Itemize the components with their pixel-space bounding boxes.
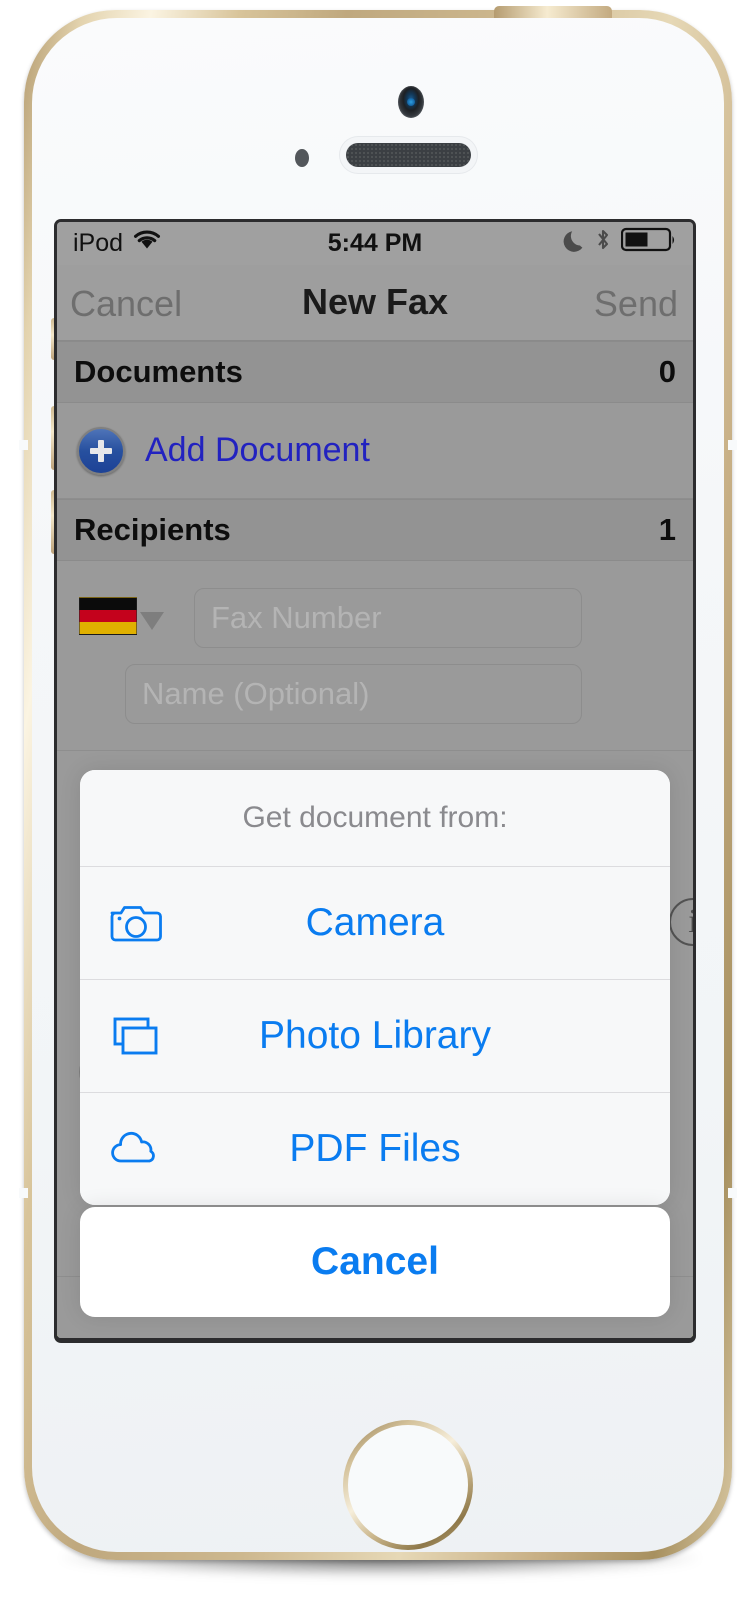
carrier-label: iPod [73, 229, 124, 257]
country-code-selector[interactable] [79, 597, 164, 635]
home-button-inner [348, 1425, 468, 1545]
proximity-sensor-icon [295, 149, 309, 167]
home-button[interactable] [343, 1420, 473, 1550]
recipient-row: Fax Number Name (Optional) [57, 561, 693, 751]
moon-icon [563, 228, 585, 259]
action-sheet-option-label: Photo Library [259, 1014, 491, 1057]
camera-icon [107, 894, 165, 952]
plus-circle-icon [77, 426, 125, 475]
antenna-band-right-bottom [728, 1188, 737, 1198]
earpiece-speaker [346, 143, 471, 167]
action-sheet-option-label: Camera [305, 901, 445, 944]
action-sheet-option-label: PDF Files [289, 1127, 461, 1170]
recipients-count: 1 [658, 512, 676, 547]
battery-icon [620, 227, 677, 260]
status-bar-left: iPod [73, 228, 162, 259]
add-document-row[interactable]: Add Document [57, 403, 693, 499]
status-bar: iPod 5:44 PM [57, 222, 693, 265]
phone-screen: iPod 5:44 PM Cancel New Fax Send Documen… [57, 222, 693, 1338]
fax-number-input[interactable]: Fax Number [194, 588, 582, 648]
action-sheet-option-photo-library[interactable]: Photo Library [80, 980, 670, 1093]
recipient-name-input[interactable]: Name (Optional) [125, 664, 582, 724]
action-sheet: Get document from: Camera Photo Library [80, 770, 670, 1205]
action-sheet-option-pdf-files[interactable]: PDF Files [80, 1093, 670, 1205]
status-bar-right [563, 227, 677, 260]
front-camera-icon [398, 86, 424, 118]
add-document-label: Add Document [145, 431, 370, 469]
chevron-down-icon [140, 612, 164, 630]
antenna-band-left-bottom [19, 1188, 28, 1198]
nav-send-button[interactable]: Send [594, 283, 678, 325]
action-sheet-title: Get document from: [80, 770, 670, 867]
flag-germany-icon [79, 597, 137, 635]
documents-count: 0 [658, 354, 676, 389]
antenna-band-right-top [728, 440, 737, 450]
action-sheet-cancel-button[interactable]: Cancel [80, 1207, 670, 1317]
photo-stack-icon [107, 1007, 165, 1065]
bluetooth-icon [594, 227, 612, 260]
cloud-icon [107, 1120, 165, 1178]
documents-header-label: Documents [74, 354, 243, 389]
wifi-icon [132, 228, 162, 259]
section-header-documents: Documents 0 [57, 341, 693, 403]
section-header-recipients: Recipients 1 [57, 499, 693, 561]
antenna-band-left-top [19, 440, 28, 450]
navigation-bar: Cancel New Fax Send [57, 265, 693, 341]
recipients-header-label: Recipients [74, 512, 231, 547]
action-sheet-option-camera[interactable]: Camera [80, 867, 670, 980]
